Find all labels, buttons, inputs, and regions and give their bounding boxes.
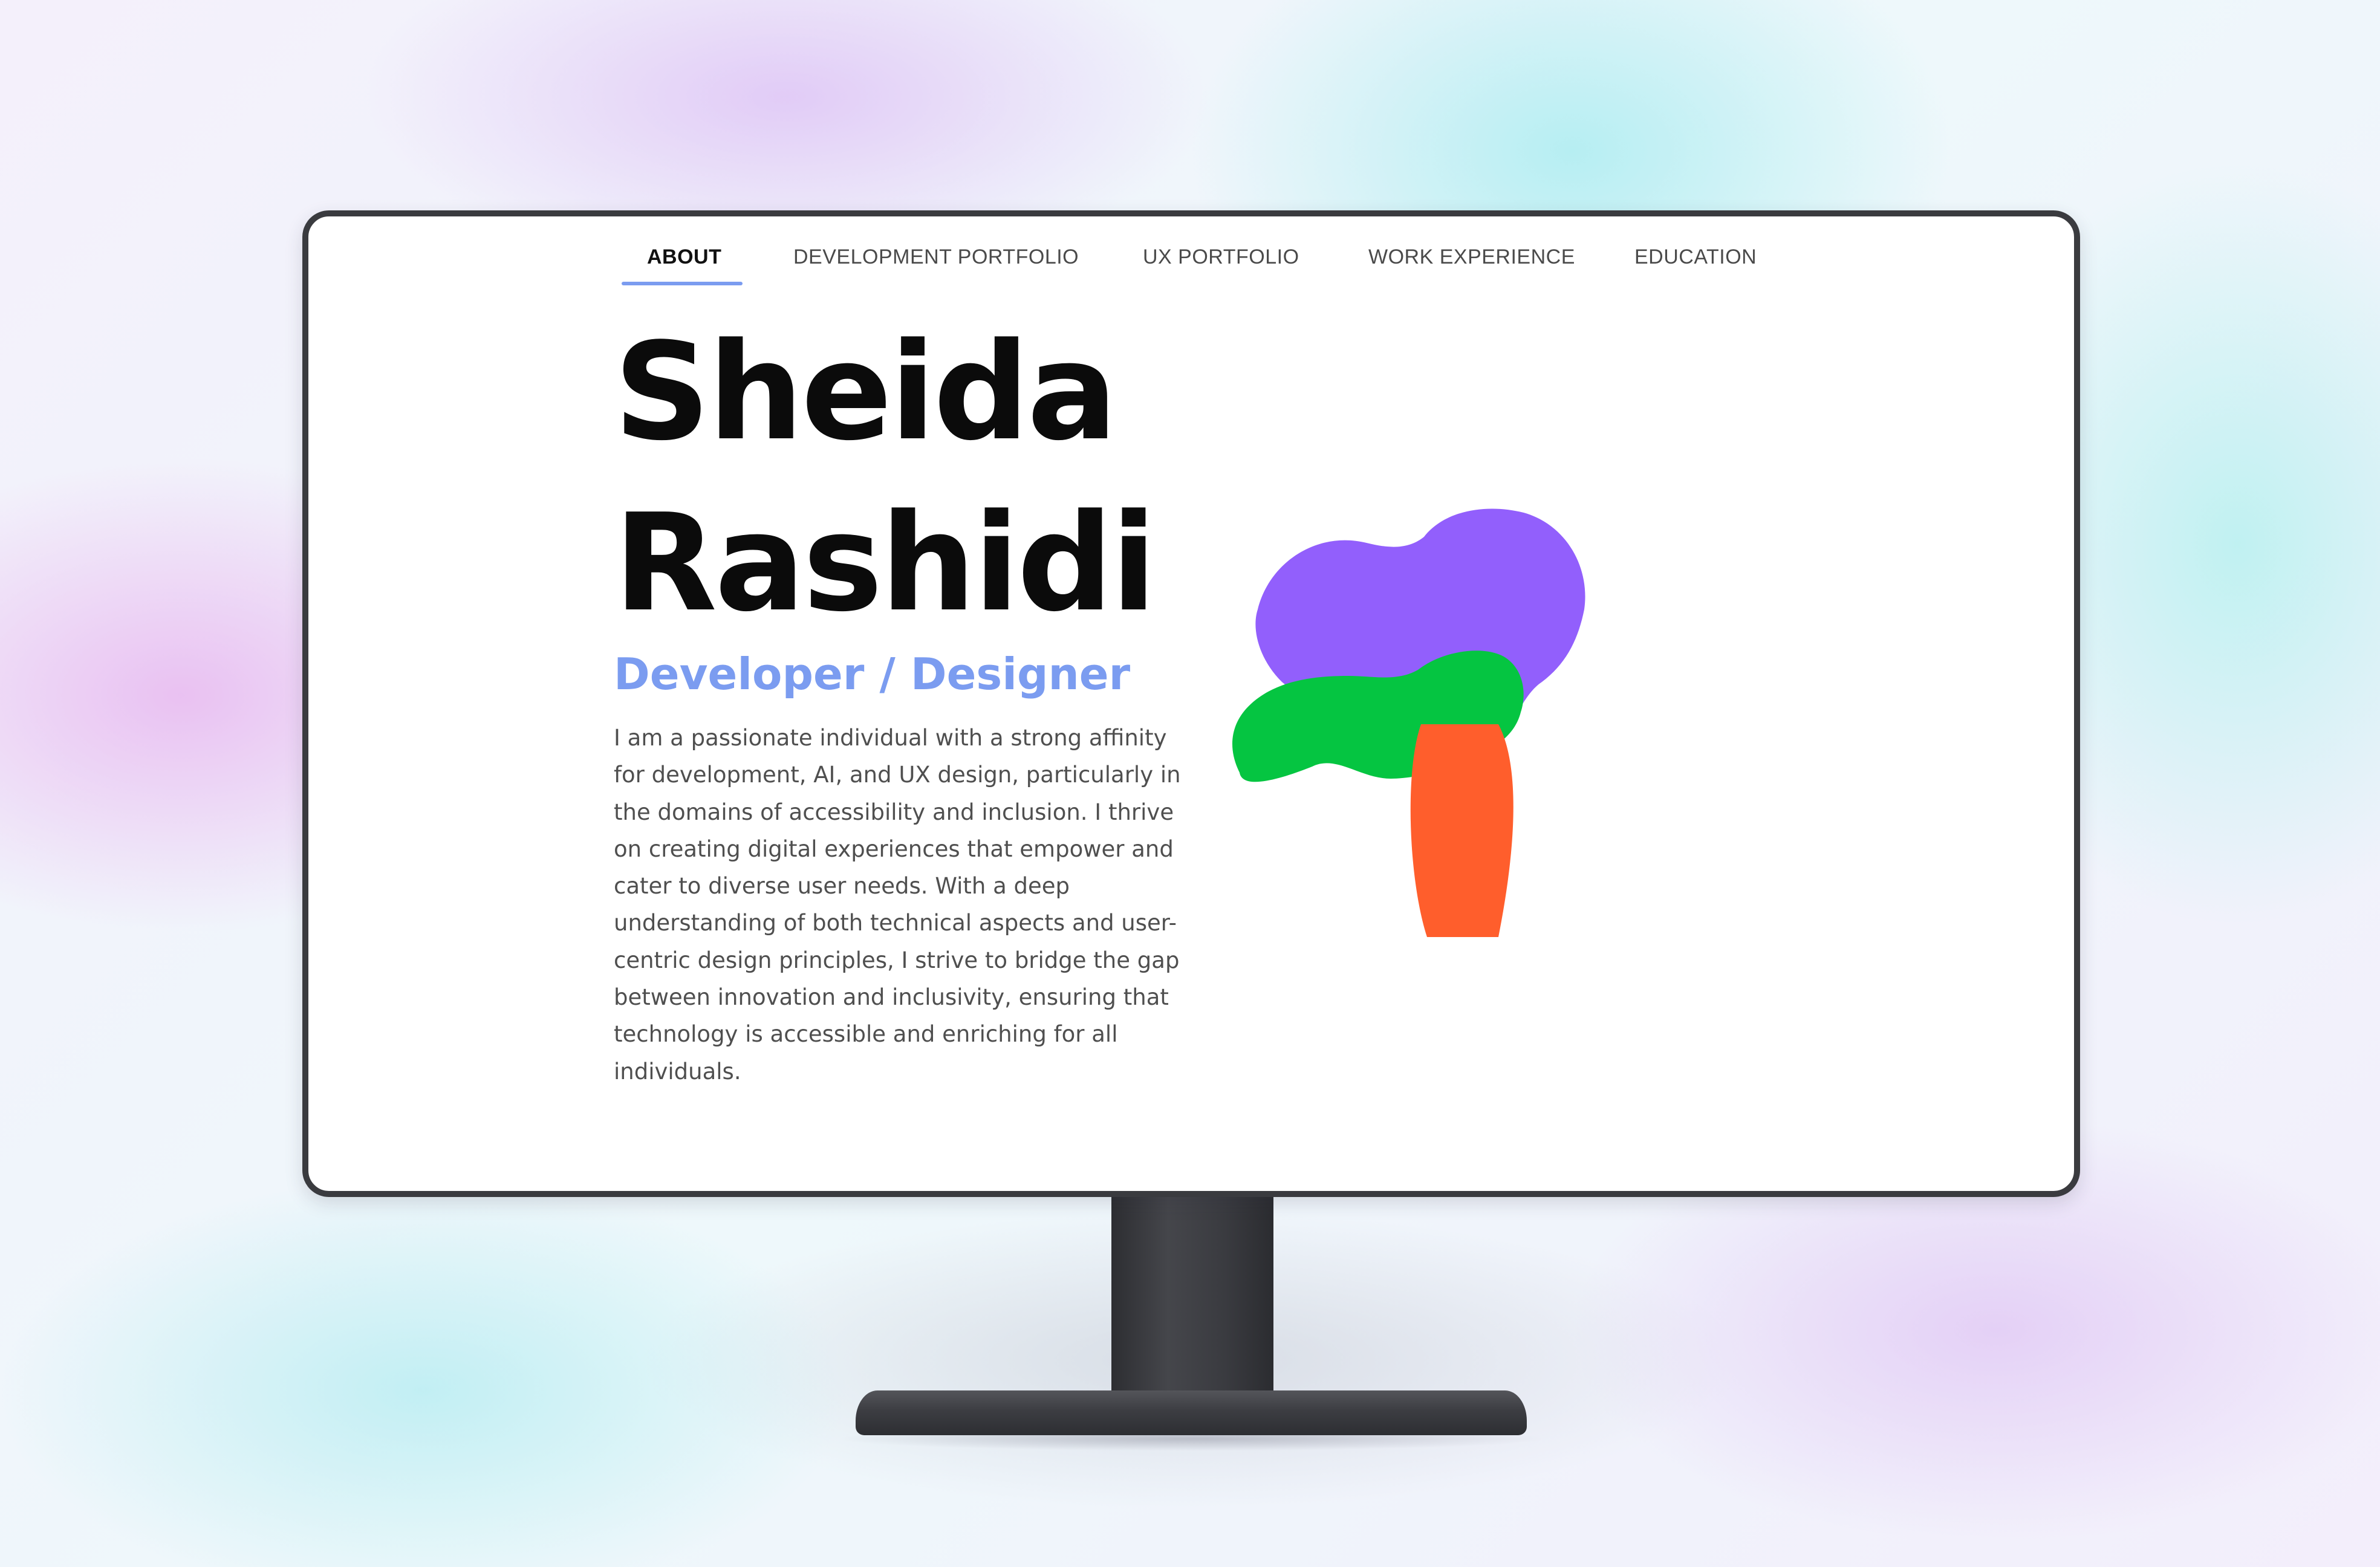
abstract-blob-art	[1232, 508, 1585, 937]
nav-education[interactable]: EDUCATION	[1634, 245, 1757, 269]
orange-vase	[1410, 724, 1514, 937]
nav-development-portfolio[interactable]: DEVELOPMENT PORTFOLIO	[793, 245, 1079, 269]
last-name: Rashidi	[614, 485, 1157, 641]
top-navigation: ABOUT DEVELOPMENT PORTFOLIO UX PORTFOLIO…	[308, 216, 2074, 295]
active-tab-indicator	[622, 282, 743, 285]
nav-ux-portfolio[interactable]: UX PORTFOLIO	[1143, 245, 1299, 269]
nav-about[interactable]: ABOUT	[647, 245, 721, 269]
page-title: Sheida Rashidi	[614, 307, 1157, 649]
monitor-screen: ABOUT DEVELOPMENT PORTFOLIO UX PORTFOLIO…	[302, 210, 2080, 1197]
role-subtitle: Developer / Designer	[614, 649, 1131, 699]
monitor-stand-neck	[1111, 1197, 1273, 1415]
nav-work-experience[interactable]: WORK EXPERIENCE	[1368, 245, 1575, 269]
monitor-stand-base	[856, 1390, 1527, 1435]
bio-paragraph: I am a passionate individual with a stro…	[614, 725, 1181, 1085]
first-name: Sheida	[614, 314, 1117, 470]
